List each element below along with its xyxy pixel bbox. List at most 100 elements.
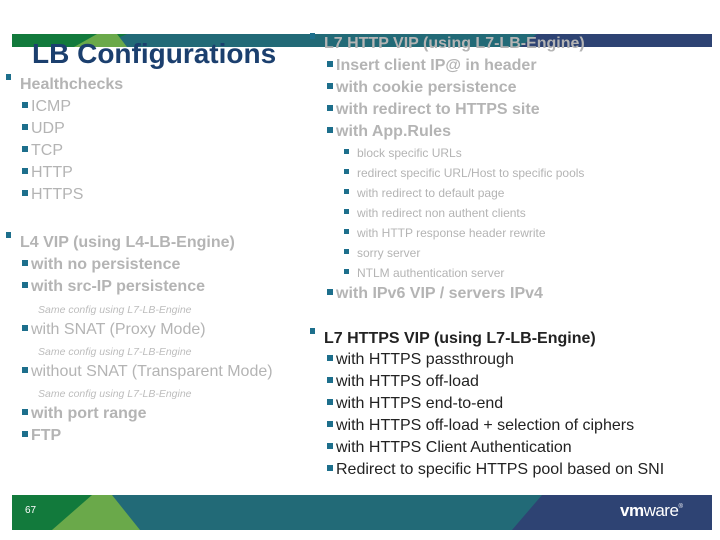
bullet-icon bbox=[344, 209, 349, 215]
bullet-label: with HTTPS off-load bbox=[336, 373, 479, 390]
bullet-sorry-server: sorry server bbox=[344, 246, 420, 260]
logo-vm: vm bbox=[620, 501, 644, 520]
bullet-block-urls: block specific URLs bbox=[344, 146, 462, 160]
bullet-icon bbox=[22, 324, 28, 331]
bullet-icon bbox=[22, 259, 28, 266]
bullet-ipv6: with IPv6 VIP / servers IPv4 bbox=[327, 285, 543, 303]
bullet-label: with no persistence bbox=[31, 256, 181, 273]
bullet-l4-vip: L4 VIP (using L4-LB-Engine) bbox=[6, 231, 235, 252]
bullet-label: block specific URLs bbox=[357, 146, 462, 160]
bullet-redirect-non-authent: with redirect non authent clients bbox=[344, 206, 526, 220]
bullet-apprules: with App.Rules bbox=[327, 123, 451, 141]
bullet-http: HTTP bbox=[22, 164, 73, 182]
bullet-label: with App.Rules bbox=[336, 123, 451, 140]
bullet-label: HTTP bbox=[31, 164, 73, 181]
bullet-label: with HTTP response header rewrite bbox=[357, 226, 546, 240]
bullet-icon bbox=[22, 430, 28, 437]
logo-registered-mark: ® bbox=[678, 504, 683, 510]
bullet-l7-https-vip: L7 HTTPS VIP (using L7-LB-Engine) bbox=[310, 327, 596, 348]
bullet-icon bbox=[344, 249, 349, 255]
note-same-config: Same config using L7-LB-Engine bbox=[38, 388, 192, 400]
bullet-ftp: FTP bbox=[22, 427, 61, 445]
bullet-icon bbox=[327, 82, 333, 89]
bullet-label: with IPv6 VIP / servers IPv4 bbox=[336, 285, 543, 302]
bullet-ntlm: NTLM authentication server bbox=[344, 266, 504, 280]
bullet-label: Redirect to specific HTTPS pool based on… bbox=[336, 461, 665, 478]
bullet-label: with redirect to HTTPS site bbox=[336, 101, 540, 118]
bullet-label: with redirect to default page bbox=[357, 186, 505, 200]
vmware-logo: vmware® bbox=[620, 501, 683, 521]
bullet-icon bbox=[327, 398, 333, 405]
bullet-src-ip-persistence: with src-IP persistence bbox=[22, 278, 205, 296]
bullet-icon bbox=[22, 167, 28, 174]
bullet-icon bbox=[310, 32, 315, 39]
bullet-icon bbox=[6, 73, 11, 80]
bullet-redirect-default: with redirect to default page bbox=[344, 186, 504, 200]
bullet-tcp: TCP bbox=[22, 142, 63, 160]
bullet-icon bbox=[6, 231, 11, 238]
bullet-icmp: ICMP bbox=[22, 98, 71, 116]
bullet-redirect-url-host: redirect specific URL/Host to specific p… bbox=[344, 166, 584, 180]
bullet-icon bbox=[344, 229, 349, 235]
note-same-config: Same config using L7-LB-Engine bbox=[38, 304, 192, 316]
bullet-https: HTTPS bbox=[22, 186, 83, 204]
bullet-icon bbox=[22, 366, 28, 373]
bullet-label: with HTTPS end-to-end bbox=[336, 395, 504, 412]
bullet-label: sorry server bbox=[357, 246, 421, 260]
bullet-https-end-to-end: with HTTPS end-to-end bbox=[327, 395, 503, 413]
bullet-icon bbox=[327, 442, 333, 449]
bullet-icon bbox=[22, 145, 28, 152]
bullet-icon bbox=[327, 104, 333, 111]
bullet-label: L4 VIP (using L4-LB-Engine) bbox=[20, 234, 235, 251]
bullet-https-sni: Redirect to specific HTTPS pool based on… bbox=[327, 461, 664, 479]
bullet-l7-http-vip: L7 HTTP VIP (using L7-LB-Engine) bbox=[310, 32, 585, 53]
note-same-config: Same config using L7-LB-Engine bbox=[38, 346, 192, 358]
bullet-label: TCP bbox=[31, 142, 63, 159]
bullet-healthchecks: Healthchecks bbox=[6, 73, 124, 94]
bullet-without-snat: without SNAT (Transparent Mode) bbox=[22, 363, 273, 381]
bullet-icon bbox=[327, 126, 333, 133]
bullet-label: with HTTPS passthrough bbox=[336, 351, 514, 368]
bullet-label: without SNAT (Transparent Mode) bbox=[31, 363, 273, 380]
bullet-cookie-persistence: with cookie persistence bbox=[327, 79, 517, 97]
bullet-label: NTLM authentication server bbox=[357, 266, 505, 280]
bullet-label: HTTPS bbox=[31, 186, 84, 203]
bullet-label: ICMP bbox=[31, 98, 71, 115]
bullet-redirect-https: with redirect to HTTPS site bbox=[327, 101, 540, 119]
bullet-header-rewrite: with HTTP response header rewrite bbox=[344, 226, 546, 240]
bullet-icon bbox=[327, 464, 333, 471]
bullet-icon bbox=[327, 60, 333, 67]
bullet-https-client-auth: with HTTPS Client Authentication bbox=[327, 439, 572, 457]
bullet-https-offload: with HTTPS off-load bbox=[327, 373, 479, 391]
bullet-label: with src-IP persistence bbox=[31, 278, 205, 295]
bullet-icon bbox=[22, 408, 28, 415]
bullet-icon bbox=[22, 281, 28, 288]
footer-banner-graphic bbox=[12, 495, 712, 530]
bullet-label: UDP bbox=[31, 120, 65, 137]
footer-banner bbox=[12, 495, 712, 530]
bullet-label: Insert client IP@ in header bbox=[336, 57, 537, 74]
bullet-icon bbox=[344, 269, 349, 275]
bullet-label: Healthchecks bbox=[20, 76, 124, 93]
bullet-icon bbox=[22, 189, 28, 196]
bullet-https-ciphers: with HTTPS off-load + selection of ciphe… bbox=[327, 417, 634, 435]
bullet-insert-client-ip: Insert client IP@ in header bbox=[327, 57, 537, 75]
bullet-udp: UDP bbox=[22, 120, 65, 138]
bullet-label: with redirect non authent clients bbox=[357, 206, 526, 220]
bullet-label: with HTTPS Client Authentication bbox=[336, 439, 572, 456]
bullet-label: redirect specific URL/Host to specific p… bbox=[357, 166, 585, 180]
bullet-snat-proxy: with SNAT (Proxy Mode) bbox=[22, 321, 206, 339]
bullet-icon bbox=[327, 420, 333, 427]
bullet-icon bbox=[344, 189, 349, 195]
bullet-icon bbox=[327, 288, 333, 295]
bullet-label: with cookie persistence bbox=[336, 79, 517, 96]
bullet-icon bbox=[327, 376, 333, 383]
logo-ware: ware bbox=[643, 501, 679, 520]
bullet-icon bbox=[22, 101, 28, 108]
page-number: 67 bbox=[25, 505, 37, 516]
bullet-icon bbox=[327, 354, 333, 361]
bullet-icon bbox=[22, 123, 28, 130]
bullet-no-persistence: with no persistence bbox=[22, 256, 180, 274]
slide-title: LB Configurations bbox=[32, 38, 277, 69]
bullet-icon bbox=[310, 327, 315, 334]
